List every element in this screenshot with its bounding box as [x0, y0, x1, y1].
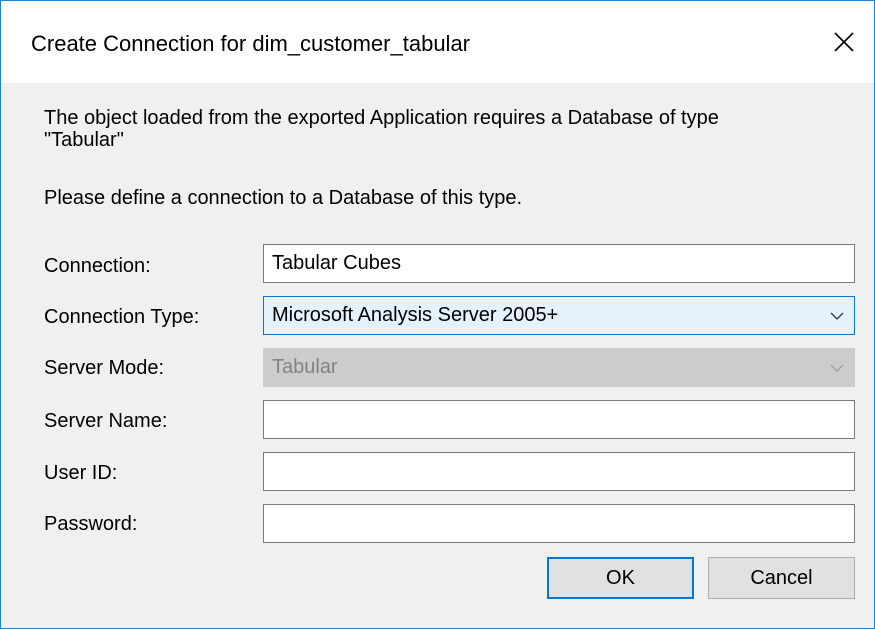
close-icon — [834, 32, 854, 52]
dialog-instruction: Please define a connection to a Database… — [44, 187, 523, 209]
chevron-down-icon — [828, 297, 846, 334]
dialog-title: Create Connection for dim_customer_tabul… — [31, 31, 471, 56]
create-connection-dialog: Create Connection for dim_customer_tabul… — [0, 0, 875, 629]
password-input[interactable] — [263, 504, 855, 543]
user-id-label: User ID: — [44, 462, 118, 484]
connection-type-select[interactable]: Microsoft Analysis Server 2005+ — [263, 296, 855, 335]
password-label: Password: — [44, 513, 138, 535]
connection-input[interactable]: Tabular Cubes — [263, 244, 855, 283]
server-name-label: Server Name: — [44, 410, 168, 432]
chevron-down-icon — [828, 349, 846, 386]
close-button[interactable] — [814, 1, 874, 83]
cancel-button[interactable]: Cancel — [708, 557, 855, 599]
server-mode-value: Tabular — [272, 356, 338, 378]
user-id-input[interactable] — [263, 452, 855, 491]
ok-button[interactable]: OK — [547, 557, 694, 599]
title-bar: Create Connection for dim_customer_tabul… — [1, 1, 874, 83]
dialog-message: The object loaded from the exported Appl… — [44, 107, 719, 151]
connection-label: Connection: — [44, 255, 151, 277]
server-mode-select: Tabular — [263, 348, 855, 387]
connection-type-value: Microsoft Analysis Server 2005+ — [272, 304, 559, 326]
server-name-input[interactable] — [263, 400, 855, 439]
connection-type-label: Connection Type: — [44, 306, 200, 328]
server-mode-label: Server Mode: — [44, 357, 165, 379]
